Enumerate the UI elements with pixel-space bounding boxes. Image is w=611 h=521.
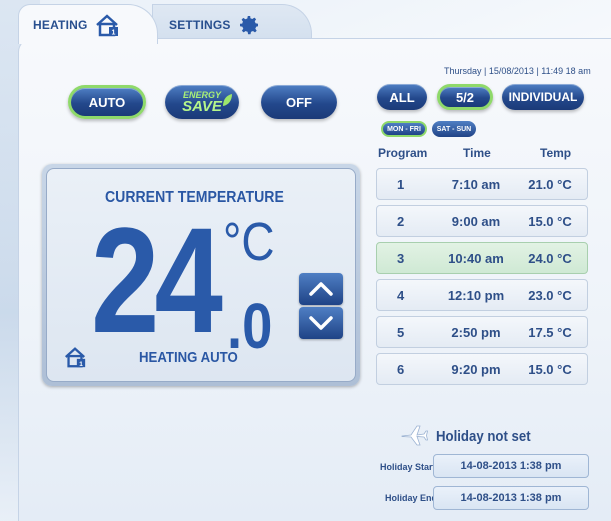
program-row-4[interactable]: 4 12:10 pm 23.0 °C: [376, 279, 588, 311]
temp-header: Temp: [540, 146, 572, 160]
temperature-up-button[interactable]: [299, 273, 343, 305]
program-time: 9:00 am: [451, 214, 501, 229]
program-temp: 15.0 °C: [528, 214, 572, 229]
chevron-down-icon: [309, 316, 333, 330]
datetime-time: 11:49: [541, 66, 564, 76]
holiday-end-label: Holiday End:: [385, 493, 441, 503]
program-row-3[interactable]: 3 10:40 am 24.0 °C: [376, 242, 588, 274]
program-time: 10:40 am: [448, 251, 504, 266]
auto-mode-button[interactable]: AUTO: [68, 85, 146, 119]
program-number: 3: [397, 251, 405, 266]
schedule-individual-button[interactable]: INDIVIDUAL: [502, 84, 584, 110]
off-mode-button[interactable]: OFF: [261, 85, 337, 119]
schedule-all-button[interactable]: ALL: [377, 84, 427, 110]
time-header: Time: [463, 146, 491, 160]
home-icon: 1: [95, 13, 118, 36]
temperature-value: 24: [91, 196, 223, 364]
program-temp: 17.5 °C: [528, 325, 572, 340]
energy-save-line2: SAVE: [182, 98, 222, 115]
energy-save-button[interactable]: ENERGY SAVE: [165, 85, 239, 119]
schedule-individual-label: INDIVIDUAL: [508, 90, 578, 104]
program-row-5[interactable]: 5 2:50 pm 17.5 °C: [376, 316, 588, 348]
program-number: 1: [397, 177, 405, 192]
chevron-up-icon: [309, 282, 333, 296]
tab-heating-label: HEATING: [33, 17, 88, 32]
program-temp: 23.0 °C: [528, 288, 572, 303]
program-number: 4: [397, 288, 405, 303]
temperature-inner: CURRENT TEMPERATURE 24 °C .0 1 HEATING A…: [46, 168, 356, 382]
gear-icon: [239, 15, 258, 34]
energy-save-label: ENERGY SAVE: [182, 90, 222, 114]
program-temp: 24.0 °C: [528, 251, 572, 266]
mon-fri-button[interactable]: MON - FRI: [381, 121, 427, 137]
datetime-suffix: 18 am: [565, 66, 591, 76]
tab-heating[interactable]: HEATING 1: [18, 4, 158, 44]
program-number: 5: [397, 325, 405, 340]
heating-status: HEATING AUTO: [139, 349, 238, 366]
program-temp: 21.0 °C: [528, 177, 572, 192]
temperature-display: CURRENT TEMPERATURE 24 °C .0 1 HEATING A…: [42, 164, 360, 386]
program-row-6[interactable]: 6 9:20 pm 15.0 °C: [376, 353, 588, 385]
home-icon: 1: [64, 347, 86, 368]
sat-sun-label: SAT - SUN: [436, 125, 472, 133]
holiday-end-value: 14-08-2013 1:38 pm: [460, 492, 562, 504]
sat-sun-button[interactable]: SAT - SUN: [432, 121, 476, 137]
program-header: Program: [378, 146, 428, 160]
program-temp: 15.0 °C: [528, 362, 572, 377]
program-row-1[interactable]: 1 7:10 am 21.0 °C: [376, 168, 588, 200]
svg-text:1: 1: [79, 361, 83, 368]
schedule-all-label: ALL: [389, 89, 415, 105]
schedule-5-2-button[interactable]: 5/2: [437, 84, 493, 110]
holiday-end-field[interactable]: 14-08-2013 1:38 pm: [433, 486, 589, 510]
svg-text:1: 1: [111, 29, 115, 36]
program-time: 7:10 am: [451, 177, 501, 192]
program-time: 2:50 pm: [451, 325, 501, 340]
program-time: 12:10 pm: [447, 288, 505, 303]
holiday-start-label: Holiday Start:: [380, 462, 439, 472]
mon-fri-label: MON - FRI: [387, 125, 421, 133]
program-number: 2: [397, 214, 405, 229]
off-mode-label: OFF: [286, 94, 312, 110]
program-row-2[interactable]: 2 9:00 am 15.0 °C: [376, 205, 588, 237]
program-time: 9:20 pm: [451, 362, 501, 377]
holiday-start-value: 14-08-2013 1:38 pm: [460, 460, 562, 472]
tab-settings-label: SETTINGS: [169, 17, 231, 32]
airplane-icon: [401, 425, 428, 446]
temperature-down-button[interactable]: [299, 307, 343, 339]
auto-mode-label: AUTO: [88, 94, 126, 110]
datetime-date: 15/08/2013: [488, 66, 534, 76]
program-table-header: Program Time Temp: [376, 146, 588, 162]
temperature-unit: °C: [223, 212, 275, 272]
program-number: 6: [397, 362, 405, 377]
holiday-start-field[interactable]: 14-08-2013 1:38 pm: [433, 454, 589, 478]
leaf-icon: [223, 94, 232, 106]
schedule-5-2-label: 5/2: [455, 89, 475, 105]
datetime-display: Thursday | 15/08/2013 | 11:49 18 am: [444, 66, 591, 76]
datetime-day: Thursday: [444, 66, 482, 76]
holiday-status: Holiday not set: [436, 428, 531, 445]
